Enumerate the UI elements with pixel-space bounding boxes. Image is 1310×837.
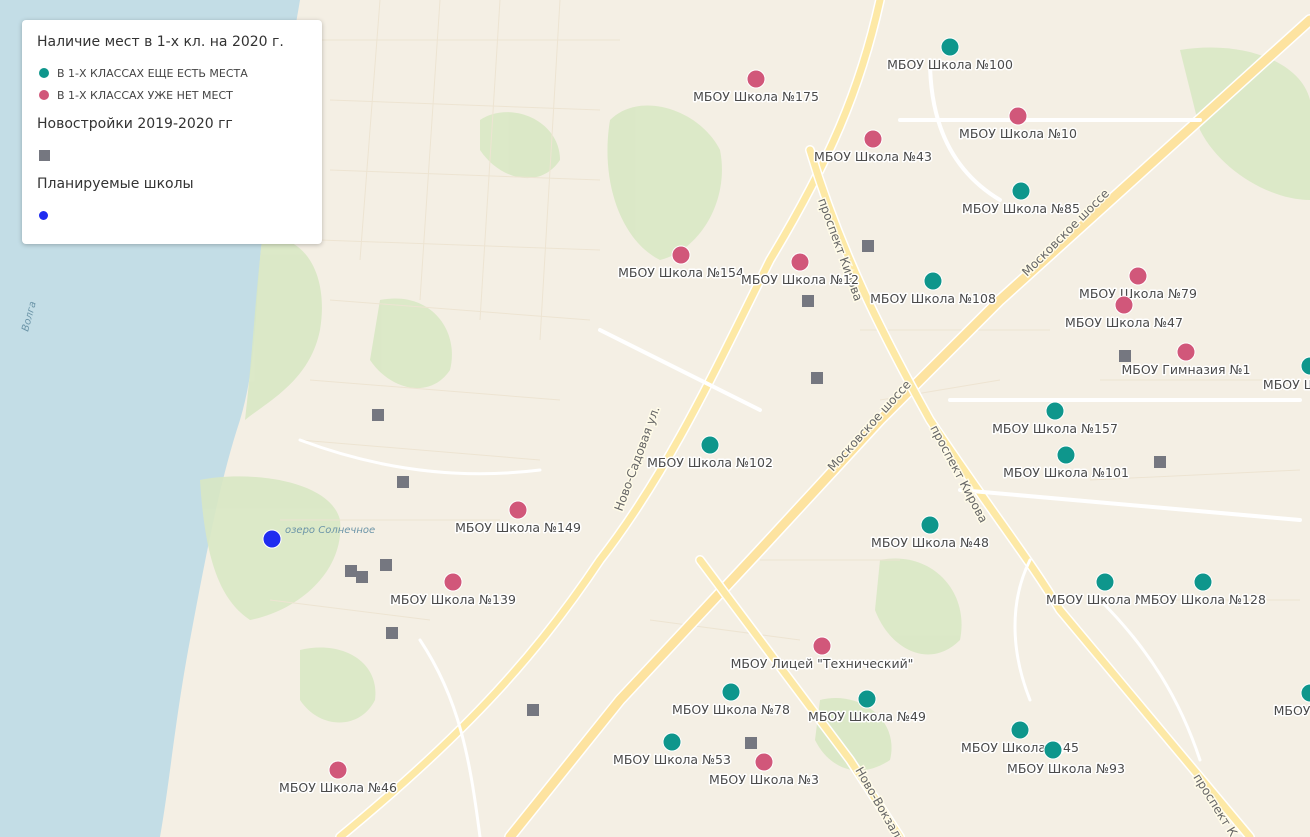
school-label: МБОУ Школа №48 (871, 535, 989, 550)
school-dot-no-places[interactable] (863, 129, 883, 149)
blue-dot-icon (39, 210, 48, 220)
school-label: МБОУ Школа №128 (1140, 592, 1266, 607)
school-label: МБОУ Школа №101 (1003, 465, 1129, 480)
school-dot-has-places[interactable] (1193, 572, 1213, 592)
school-dot-no-places[interactable] (812, 636, 832, 656)
school-label: МБОУ Школа №102 (647, 455, 773, 470)
school-label: МБОУ Школа №175 (693, 89, 819, 104)
legend-title-places: Наличие мест в 1-х кл. на 2020 г. (37, 34, 284, 50)
school-dot-no-places[interactable] (328, 760, 348, 780)
school-label: МБОУ Школа №3 (709, 772, 819, 787)
school-dot-no-places[interactable] (508, 500, 528, 520)
school-label: МБОУ Школа №10 (959, 126, 1077, 141)
planned-school-marker[interactable] (262, 529, 282, 549)
school-dot-no-places[interactable] (671, 245, 691, 265)
school-dot-has-places[interactable] (920, 515, 940, 535)
school-dot-no-places[interactable] (746, 69, 766, 89)
school-dot-has-places[interactable] (857, 689, 877, 709)
school-dot-no-places[interactable] (1114, 295, 1134, 315)
new-building-marker[interactable] (1119, 350, 1131, 362)
school-dot-no-places[interactable] (1008, 106, 1028, 126)
legend-title-planned: Планируемые школы (37, 176, 194, 192)
school-label: МБОУ Школа №43 (814, 149, 932, 164)
school-label: МБОУ Школа №12 (741, 272, 859, 287)
school-label: МБОУ Школа №139 (390, 592, 516, 607)
school-dot-no-places[interactable] (443, 572, 463, 592)
new-building-marker[interactable] (802, 295, 814, 307)
school-dot-has-places[interactable] (940, 37, 960, 57)
new-building-marker[interactable] (372, 409, 384, 421)
school-label: МБОУ Школа №100 (887, 57, 1013, 72)
new-building-marker[interactable] (1154, 456, 1166, 468)
legend-label-has-places: В 1-х классах еще есть места (57, 66, 248, 80)
school-label: МБОУ Школа №49 (808, 709, 926, 724)
legend-title-new-buildings: Новостройки 2019-2020 гг (37, 116, 233, 132)
new-building-marker[interactable] (356, 571, 368, 583)
school-dot-no-places[interactable] (1176, 342, 1196, 362)
new-building-marker[interactable] (862, 240, 874, 252)
legend-label-no-places: В 1-х классах уже нет мест (57, 88, 233, 102)
new-building-marker[interactable] (386, 627, 398, 639)
legend-item-planned (37, 204, 307, 226)
pink-dot-icon (39, 90, 49, 100)
teal-dot-icon (39, 68, 49, 78)
school-label: МБОУ Лицей "Технический" (731, 656, 914, 671)
school-label: МБОУ Школа №47 (1065, 315, 1183, 330)
school-label: МБОУ Гимназия №1 (1121, 362, 1250, 377)
new-building-marker[interactable] (380, 559, 392, 571)
school-dot-has-places[interactable] (700, 435, 720, 455)
school-label: МБОУ Школа №157 (992, 421, 1118, 436)
gray-square-icon (39, 149, 50, 161)
new-building-marker[interactable] (745, 737, 757, 749)
new-building-marker[interactable] (397, 476, 409, 488)
school-dot-has-places[interactable] (1010, 720, 1030, 740)
school-dot-no-places[interactable] (754, 752, 774, 772)
new-building-marker[interactable] (527, 704, 539, 716)
new-building-marker[interactable] (345, 565, 357, 577)
legend-item-new-buildings (37, 144, 307, 166)
school-dot-has-places[interactable] (1095, 572, 1115, 592)
school-label: МБОУ Школа №78 (672, 702, 790, 717)
school-dot-has-places[interactable] (721, 682, 741, 702)
school-dot-has-places[interactable] (1011, 181, 1031, 201)
legend-item-has-places: В 1-х классах еще есть места (37, 62, 307, 84)
school-label: МБОУ (1274, 703, 1310, 718)
school-dot-has-places[interactable] (662, 732, 682, 752)
school-label: МБОУ Школа №85 (962, 201, 1080, 216)
new-building-marker[interactable] (811, 372, 823, 384)
school-label: МБОУ Школа №149 (455, 520, 581, 535)
water-label-lake: озеро Солнечное (285, 525, 375, 536)
school-dot-has-places[interactable] (1056, 445, 1076, 465)
school-dot-has-places[interactable] (1043, 740, 1063, 760)
school-dot-no-places[interactable] (1128, 266, 1148, 286)
school-dot-no-places[interactable] (790, 252, 810, 272)
school-label: МБОУ Школа №79 (1079, 286, 1197, 301)
legend-panel: Наличие мест в 1-х кл. на 2020 г. В 1-х … (22, 20, 322, 244)
school-label: МБОУ Школа №53 (613, 752, 731, 767)
school-label: МБОУ Школа №46 (279, 780, 397, 795)
school-label: МБОУ Школа №154 (618, 265, 744, 280)
school-label: МБОУ Школа №108 (870, 291, 996, 306)
school-dot-has-places[interactable] (1045, 401, 1065, 421)
school-dot-has-places[interactable] (923, 271, 943, 291)
school-label: МБОУ Ш (1263, 377, 1310, 392)
legend-item-no-places: В 1-х классах уже нет мест (37, 84, 307, 106)
school-label: МБОУ Школа №93 (1007, 761, 1125, 776)
